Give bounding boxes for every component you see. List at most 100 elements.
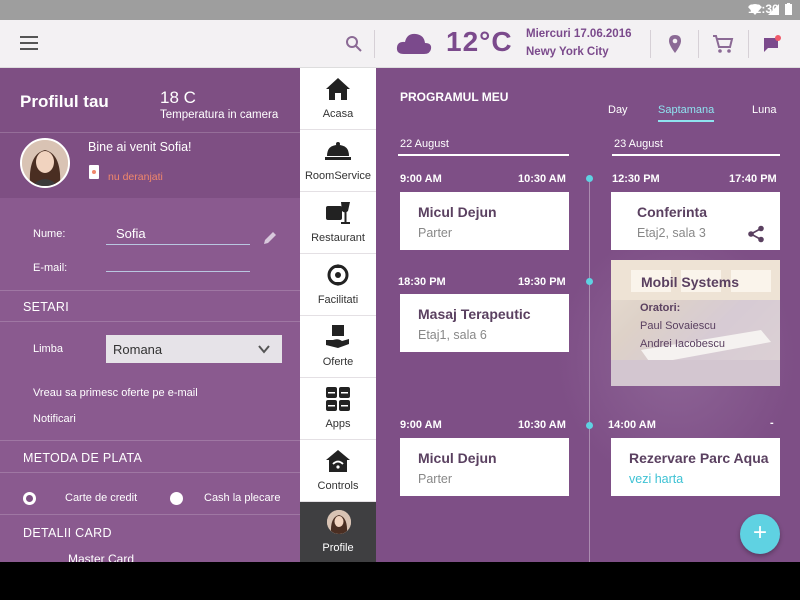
timeline-dot bbox=[586, 422, 593, 429]
do-not-disturb-icon[interactable] bbox=[88, 164, 100, 180]
main-navigation: Acasa RoomService Restaurant Facilitati … bbox=[300, 68, 376, 562]
cloud-icon bbox=[396, 33, 432, 54]
bottom-bar bbox=[0, 562, 800, 600]
nav-label: Controls bbox=[317, 480, 359, 492]
speakers-label: Oratori: bbox=[640, 302, 681, 314]
event-end-time: 10:30 AM bbox=[518, 173, 566, 185]
facilities-icon bbox=[327, 264, 349, 286]
event-location: Parter bbox=[418, 226, 453, 240]
divider bbox=[0, 472, 300, 473]
event-title: Micul Dejun bbox=[418, 450, 497, 466]
event-card[interactable]: Conferinta Etaj2, sala 3 bbox=[611, 192, 780, 250]
nav-item-roomservice[interactable]: RoomService bbox=[300, 130, 376, 192]
avatar[interactable] bbox=[20, 138, 70, 188]
search-icon[interactable] bbox=[344, 34, 364, 54]
room-temperature-label: Temperatura in camera bbox=[160, 109, 279, 121]
event-location: Etaj2, sala 3 bbox=[637, 226, 706, 240]
map-link[interactable]: vezi harta bbox=[629, 472, 683, 486]
language-label: Limba bbox=[33, 343, 63, 355]
event-start-time: 18:30 PM bbox=[398, 276, 446, 288]
nav-label: Oferte bbox=[322, 356, 354, 368]
message-icon[interactable] bbox=[762, 34, 782, 54]
divider bbox=[374, 30, 375, 58]
event-title: Masaj Terapeutic bbox=[418, 306, 531, 322]
divider bbox=[0, 514, 300, 515]
nav-label: Facilitati bbox=[317, 294, 359, 306]
nav-label: Acasa bbox=[322, 108, 354, 120]
apps-icon bbox=[326, 387, 350, 411]
menu-icon[interactable] bbox=[20, 36, 38, 50]
speaker-name: Andrei Iacobescu bbox=[640, 338, 725, 350]
name-underline bbox=[106, 244, 250, 245]
profile-title: Profilul tau bbox=[20, 92, 109, 111]
name-label: Nume: bbox=[33, 228, 66, 240]
schedule-panel: PROGRAMUL MEU Day Saptamana Luna 22 Augu… bbox=[376, 68, 800, 562]
nav-label: RoomService bbox=[304, 170, 372, 182]
nav-label: Restaurant bbox=[311, 232, 365, 244]
share-icon[interactable] bbox=[747, 225, 765, 243]
nav-label: Profile bbox=[322, 542, 354, 554]
language-value: Romana bbox=[113, 342, 163, 357]
day-header-2: 23 August bbox=[614, 138, 663, 150]
credit-card-radio[interactable] bbox=[23, 492, 36, 505]
event-end-time: - bbox=[770, 417, 774, 429]
tab-month[interactable]: Luna bbox=[752, 104, 776, 116]
current-city: Newy York City bbox=[526, 46, 609, 58]
controls-icon bbox=[326, 450, 350, 472]
cloche-icon bbox=[325, 142, 351, 160]
do-not-disturb-toggle[interactable]: nu deranjati bbox=[108, 171, 163, 183]
card-type[interactable]: Master Card bbox=[68, 552, 134, 562]
credit-card-label: Carte de credit bbox=[65, 492, 138, 504]
divider bbox=[650, 30, 651, 58]
system-tray: 12:30 bbox=[748, 2, 792, 16]
event-end-time: 17:40 PM bbox=[729, 173, 777, 185]
event-title: Rezervare Parc Aqua bbox=[629, 450, 769, 466]
schedule-title: PROGRAMUL MEU bbox=[400, 90, 509, 104]
day-underline bbox=[612, 154, 780, 156]
timeline bbox=[589, 180, 590, 562]
event-start-time: 9:00 AM bbox=[400, 419, 442, 431]
cash-label: Cash la plecare bbox=[204, 492, 281, 504]
event-end-time: 10:30 AM bbox=[518, 419, 566, 431]
nav-item-apps[interactable]: Apps bbox=[300, 378, 376, 440]
offers-email-option[interactable]: Vreau sa primesc oferte pe e-mail bbox=[33, 387, 198, 399]
event-card[interactable]: Masaj Terapeutic Etaj1, sala 6 bbox=[400, 294, 569, 352]
nav-item-controls[interactable]: Controls bbox=[300, 440, 376, 502]
nav-item-oferte[interactable]: Oferte bbox=[300, 316, 376, 378]
nav-item-restaurant[interactable]: Restaurant bbox=[300, 192, 376, 254]
chevron-down-icon bbox=[258, 345, 270, 354]
divider bbox=[748, 30, 749, 58]
email-label: E-mail: bbox=[33, 262, 68, 274]
nav-item-acasa[interactable]: Acasa bbox=[300, 68, 376, 130]
nav-item-profile[interactable]: Profile bbox=[300, 502, 376, 562]
notifications-option[interactable]: Notificari bbox=[33, 413, 76, 425]
nav-item-facilitati[interactable]: Facilitati bbox=[300, 254, 376, 316]
event-card[interactable]: Micul Dejun Parter bbox=[400, 192, 569, 250]
timeline-dot bbox=[586, 175, 593, 182]
tab-week[interactable]: Saptamana bbox=[658, 104, 715, 122]
clock: 12:30 bbox=[748, 2, 779, 16]
tab-day[interactable]: Day bbox=[608, 104, 628, 116]
day-header-1: 22 August bbox=[400, 138, 449, 150]
event-title: Conferinta bbox=[637, 204, 707, 220]
cart-icon[interactable] bbox=[712, 34, 734, 54]
profile-panel: Profilul tau 18 C Temperatura in camera … bbox=[0, 68, 300, 562]
home-icon bbox=[326, 78, 350, 100]
event-title: Micul Dejun bbox=[418, 204, 497, 220]
room-temperature: 18 C bbox=[160, 88, 196, 107]
add-button[interactable]: + bbox=[740, 514, 780, 554]
event-card[interactable]: Rezervare Parc Aqua vezi harta bbox=[611, 438, 780, 496]
divider bbox=[0, 321, 300, 322]
settings-header: SETARI bbox=[23, 300, 70, 314]
name-field[interactable]: Sofia bbox=[116, 226, 146, 241]
event-location: Etaj1, sala 6 bbox=[418, 328, 487, 342]
event-card-image[interactable]: Mobil Systems Oratori: Paul Sovaiescu An… bbox=[611, 260, 780, 386]
divider bbox=[0, 132, 300, 133]
language-select[interactable]: Romana bbox=[106, 335, 282, 363]
edit-pencil-icon[interactable] bbox=[262, 230, 278, 246]
event-location: Parter bbox=[418, 472, 453, 486]
cash-radio[interactable] bbox=[170, 492, 183, 505]
event-card[interactable]: Micul Dejun Parter bbox=[400, 438, 569, 496]
divider bbox=[698, 30, 699, 58]
location-pin-icon[interactable] bbox=[666, 34, 684, 54]
